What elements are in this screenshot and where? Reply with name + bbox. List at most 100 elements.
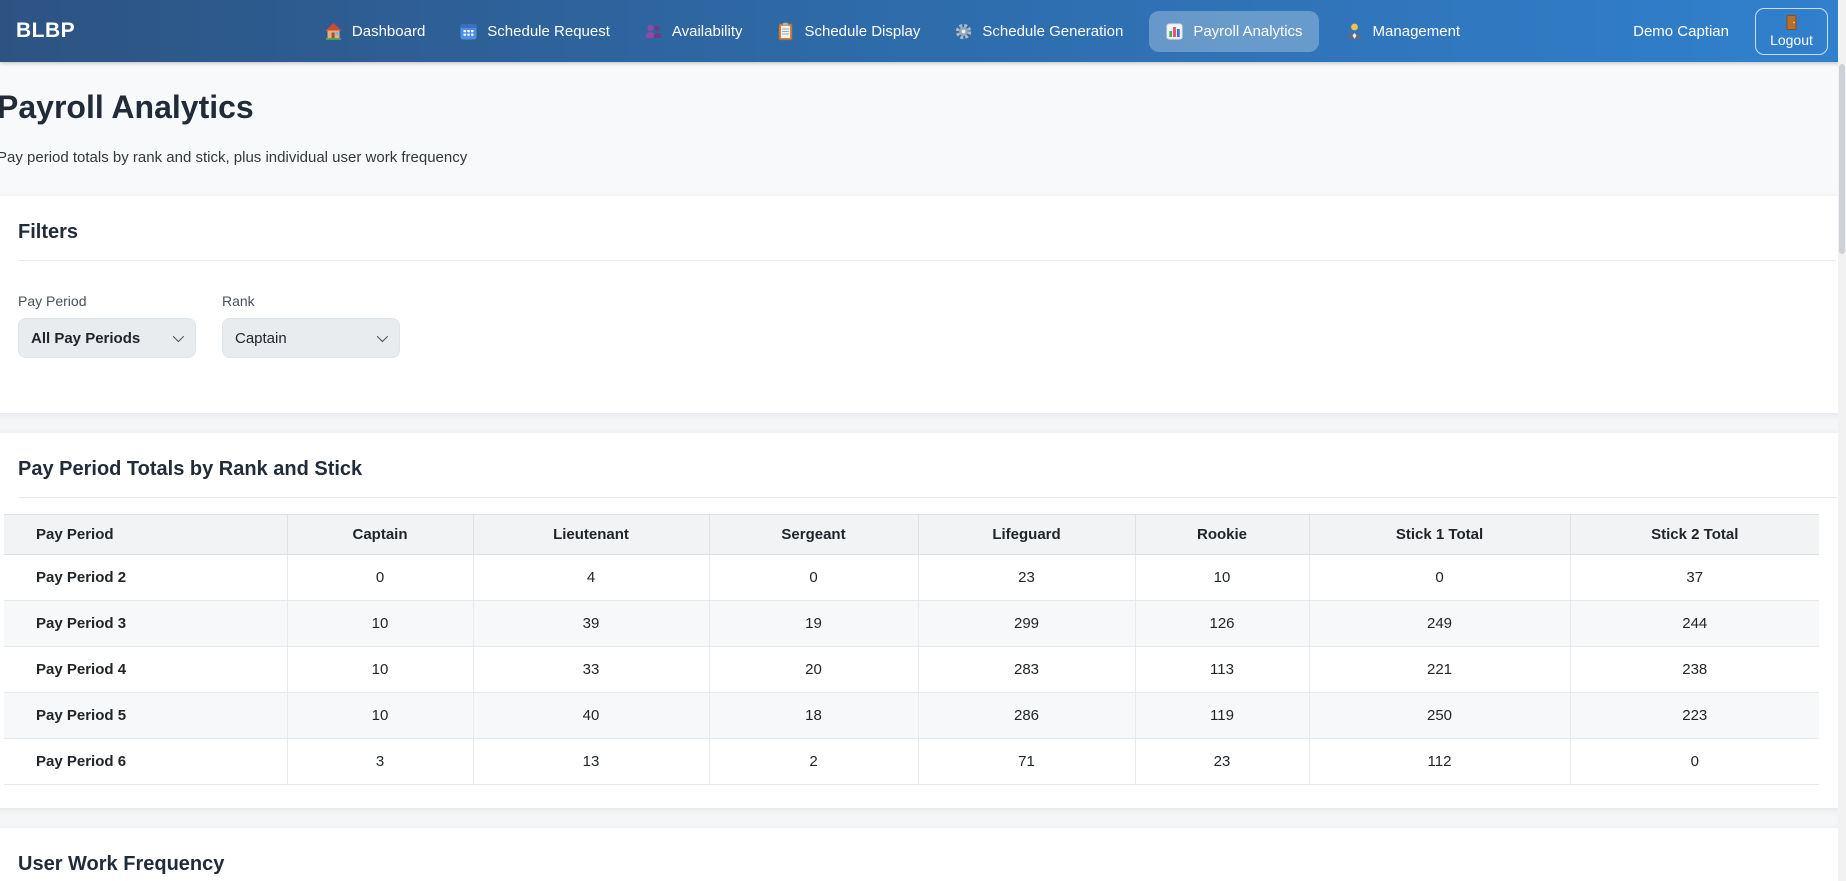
table-cell: 71	[917, 738, 1135, 785]
bar-chart-icon	[1165, 22, 1184, 41]
user-work-frequency-card: User Work Frequency	[0, 828, 1846, 881]
column-header-captain: Captain	[286, 514, 473, 555]
table-cell: 126	[1134, 600, 1309, 647]
nav-item-payroll-analytics[interactable]: Payroll Analytics	[1149, 10, 1319, 52]
table-row-pay-period-2: Pay Period 2 0 4 0 23 10 0 37	[4, 554, 1819, 601]
table-cell: 2	[708, 738, 918, 785]
door-icon	[1786, 14, 1798, 30]
column-header-lifeguard: Lifeguard	[917, 514, 1135, 555]
top-nav: BLBP Dashboard Schedule Request Availabili…	[0, 0, 1846, 62]
table-cell: 223	[1569, 692, 1819, 739]
nav-item-label: Dashboard	[351, 22, 426, 40]
table-cell: 283	[917, 646, 1135, 693]
nav-item-schedule-display[interactable]: Schedule Display	[768, 12, 928, 51]
filter-field-rank: Rank Captain	[222, 293, 400, 358]
filter-label: Rank	[222, 293, 255, 309]
table-row-pay-period-3: Pay Period 3 10 39 19 299 126 249 244	[4, 600, 1819, 647]
pay-period-select[interactable]: All Pay Periods	[18, 318, 196, 358]
table-cell: 10	[286, 646, 473, 693]
table-cell: 10	[1134, 554, 1309, 601]
table-row-pay-period-6: Pay Period 6 3 13 2 71 23 112 0	[4, 738, 1819, 785]
column-header-pay-period: Pay Period	[4, 514, 287, 555]
select-value: Captain	[235, 329, 287, 347]
table-cell: 0	[708, 554, 918, 601]
nav-item-management[interactable]: Management	[1337, 12, 1469, 51]
home-icon	[324, 22, 343, 41]
table-cell: 39	[472, 600, 709, 647]
page-title: Payroll Analytics	[0, 89, 254, 125]
nav-items: Dashboard Schedule Request Availability Sch…	[316, 10, 1469, 52]
table-cell: 221	[1308, 646, 1570, 693]
table-cell: 299	[917, 600, 1135, 647]
totals-card: Pay Period Totals by Rank and Stick Pay …	[0, 433, 1846, 808]
table-cell: Pay Period 5	[4, 692, 287, 739]
totals-table: Pay Period Captain Lieutenant Sergeant Lifeg…	[4, 514, 1819, 785]
filter-row: Pay Period All Pay Periods Rank Captain	[18, 293, 1836, 358]
table-cell: 0	[286, 554, 473, 601]
nav-item-label: Schedule Request	[487, 22, 610, 40]
column-header-lieutenant: Lieutenant	[472, 514, 709, 555]
office-worker-icon	[1345, 22, 1364, 41]
column-header-sergeant: Sergeant	[708, 514, 918, 555]
table-cell: Pay Period 4	[4, 646, 287, 693]
table-cell: 249	[1308, 600, 1570, 647]
filter-label: Pay Period	[18, 293, 87, 309]
page-header: Payroll Analytics Pay period totals by r…	[0, 62, 1846, 196]
table-cell: 23	[917, 554, 1135, 601]
table-cell: 10	[286, 600, 473, 647]
table-cell: 4	[472, 554, 709, 601]
table-cell: 119	[1134, 692, 1309, 739]
filters-card: Filters Pay Period All Pay Periods Rank Cap…	[0, 196, 1846, 413]
gear-icon	[954, 22, 973, 41]
table-cell: 238	[1569, 646, 1819, 693]
chevron-down-icon	[172, 330, 185, 343]
table-cell: 3	[286, 738, 473, 785]
page-subtitle: Pay period totals by rank and stick, plu…	[0, 149, 468, 166]
scrollbar-thumb[interactable]	[1839, 64, 1845, 254]
logout-button[interactable]: Logout	[1755, 7, 1828, 55]
table-cell: Pay Period 3	[4, 600, 287, 647]
table-cell: 112	[1308, 738, 1570, 785]
nav-item-label: Schedule Display	[804, 22, 921, 40]
table-cell: 0	[1308, 554, 1570, 601]
select-value: All Pay Periods	[31, 329, 141, 347]
table-cell: 18	[708, 692, 918, 739]
table-cell: 0	[1569, 738, 1819, 785]
nav-item-label: Schedule Generation	[982, 22, 1124, 40]
user-name: Demo Captian	[1633, 22, 1729, 40]
table-cell: 23	[1134, 738, 1309, 785]
calendar-icon	[459, 22, 478, 41]
nav-item-label: Management	[1372, 22, 1461, 40]
filters-heading: Filters	[18, 221, 79, 243]
clipboard-icon	[776, 22, 795, 41]
table-cell: Pay Period 6	[4, 738, 287, 785]
table-row-pay-period-5: Pay Period 5 10 40 18 286 119 250 223	[4, 692, 1819, 739]
table-cell: 19	[708, 600, 918, 647]
vertical-scrollbar[interactable]	[1838, 0, 1846, 881]
column-header-stick-1-total: Stick 1 Total	[1308, 514, 1570, 555]
nav-item-availability[interactable]: Availability	[636, 12, 751, 51]
table-cell: 286	[917, 692, 1135, 739]
table-row-pay-period-4: Pay Period 4 10 33 20 283 113 221 238	[4, 646, 1819, 693]
brand-logo[interactable]: BLBP	[16, 19, 75, 43]
nav-item-label: Payroll Analytics	[1193, 22, 1303, 40]
table-cell: Pay Period 2	[4, 554, 287, 601]
people-icon	[644, 22, 663, 41]
table-cell: 20	[708, 646, 918, 693]
nav-item-schedule-request[interactable]: Schedule Request	[451, 12, 618, 51]
filter-field-pay-period: Pay Period All Pay Periods	[18, 293, 196, 358]
column-header-stick-2-total: Stick 2 Total	[1569, 514, 1819, 555]
table-cell: 250	[1308, 692, 1570, 739]
divider	[18, 497, 1837, 498]
rank-select[interactable]: Captain	[222, 318, 400, 358]
totals-heading: Pay Period Totals by Rank and Stick	[18, 458, 363, 480]
table-cell: 40	[472, 692, 709, 739]
nav-item-schedule-generation[interactable]: Schedule Generation	[946, 12, 1131, 51]
table-cell: 113	[1134, 646, 1309, 693]
nav-item-dashboard[interactable]: Dashboard	[316, 12, 433, 51]
table-cell: 37	[1569, 554, 1819, 601]
table-cell: 244	[1569, 600, 1819, 647]
divider	[18, 260, 1836, 261]
table-cell: 13	[472, 738, 709, 785]
table-cell: 33	[472, 646, 709, 693]
